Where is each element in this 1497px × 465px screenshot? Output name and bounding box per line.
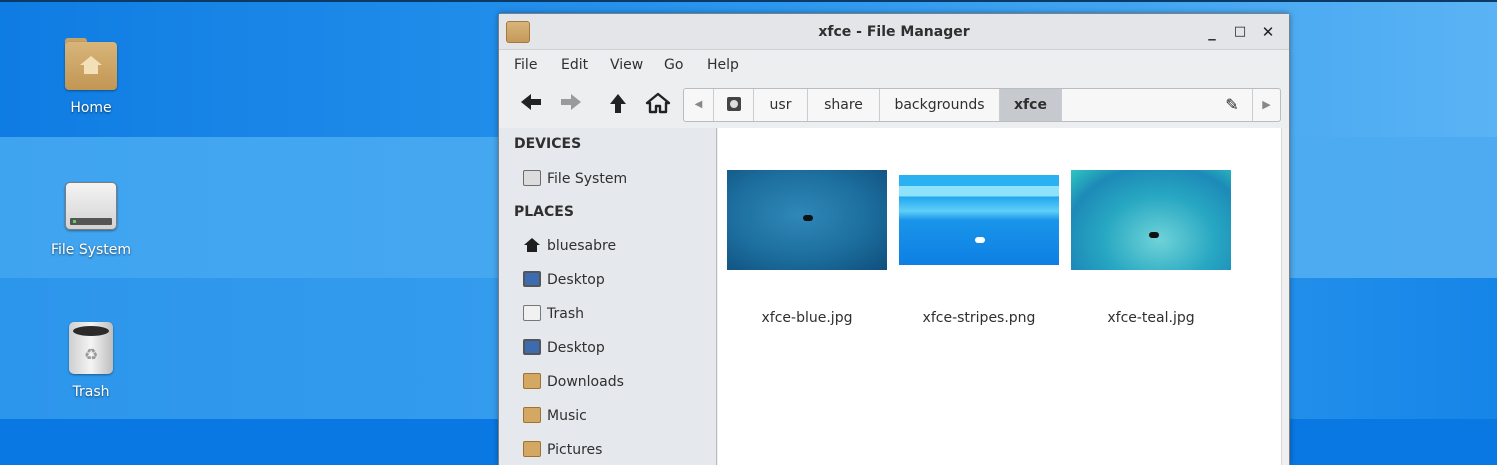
sidebar-item-desktop[interactable]: Desktop <box>523 336 605 360</box>
sidebar-item-label: File System <box>547 171 628 187</box>
trash-icon <box>523 305 541 321</box>
thumbnail-image <box>1071 170 1231 270</box>
places-heading: PLACES <box>514 204 574 220</box>
sidebar-item-pictures[interactable]: Pictures <box>523 438 602 462</box>
file-item-xfce-stripes[interactable]: xfce-stripes.png <box>899 175 1059 326</box>
title-bar[interactable]: xfce - File Manager _ □ ✕ <box>499 14 1289 50</box>
desktop-icon-label: Home <box>70 100 112 116</box>
music-folder-icon <box>523 407 541 423</box>
sidebar-item-label: Desktop <box>547 272 605 288</box>
menu-help[interactable]: Help <box>707 57 739 73</box>
menu-view[interactable]: View <box>610 57 643 73</box>
desktop-icon-trash[interactable]: ♻ Trash <box>36 320 146 400</box>
menu-edit[interactable]: Edit <box>561 57 588 73</box>
home-icon <box>523 237 541 253</box>
sidebar-item-label: Desktop <box>547 340 605 356</box>
sidebar-item-downloads[interactable]: Downloads <box>523 370 624 394</box>
path-segment-share[interactable]: share <box>808 89 880 121</box>
maximize-button[interactable]: □ <box>1231 22 1249 42</box>
path-scroll-right[interactable]: ▶ <box>1252 89 1280 121</box>
sidebar-item-desktop[interactable]: Desktop <box>523 268 605 292</box>
file-name: xfce-teal.jpg <box>1107 310 1195 326</box>
sidebar-item-label: Music <box>547 408 587 424</box>
minimize-button[interactable]: _ <box>1203 22 1221 42</box>
path-segment-usr[interactable]: usr <box>754 89 808 121</box>
pictures-folder-icon <box>523 441 541 457</box>
devices-heading: DEVICES <box>514 136 582 152</box>
sidebar-item-label: Downloads <box>547 374 624 390</box>
thumbnail-image <box>899 175 1059 265</box>
scrollbar[interactable] <box>1281 128 1289 465</box>
file-name: xfce-stripes.png <box>922 310 1036 326</box>
path-bar: ◀ usr share backgrounds xfce ✎ ▶ <box>683 88 1281 122</box>
up-arrow-icon[interactable] <box>604 92 632 118</box>
desktop-icon <box>523 271 541 287</box>
file-view: xfce-blue.jpg xfce-stripes.png xfce-teal… <box>718 128 1281 465</box>
edit-location-icon[interactable]: ✎ <box>1220 89 1244 121</box>
sidebar-item-trash[interactable]: Trash <box>523 302 584 326</box>
path-scroll-left[interactable]: ◀ <box>684 89 714 121</box>
desktop-icon-home[interactable]: Home <box>36 36 146 116</box>
close-button[interactable]: ✕ <box>1259 22 1277 42</box>
menu-file[interactable]: File <box>514 57 537 73</box>
drive-icon <box>523 170 541 186</box>
sidebar-item-label: bluesabre <box>547 238 617 254</box>
drive-root-icon[interactable] <box>714 89 754 121</box>
thumbnail-image <box>727 170 887 270</box>
sidebar: DEVICES File System PLACES bluesabre Des… <box>499 128 717 465</box>
path-segment-backgrounds[interactable]: backgrounds <box>880 89 1000 121</box>
home-icon[interactable] <box>644 92 672 118</box>
back-arrow-icon[interactable] <box>517 92 545 118</box>
menu-bar: File Edit View Go Help <box>499 51 1289 81</box>
downloads-folder-icon <box>523 373 541 389</box>
desktop-icon-file-system[interactable]: File System <box>36 178 146 258</box>
top-edge <box>0 0 1497 2</box>
menu-go[interactable]: Go <box>664 57 683 73</box>
file-item-xfce-blue[interactable]: xfce-blue.jpg <box>727 170 887 326</box>
file-item-xfce-teal[interactable]: xfce-teal.jpg <box>1071 170 1231 326</box>
sidebar-item-file-system[interactable]: File System <box>523 167 627 191</box>
drive-icon <box>63 178 119 234</box>
path-segment-xfce[interactable]: xfce <box>1000 89 1062 121</box>
file-name: xfce-blue.jpg <box>761 310 853 326</box>
sidebar-item-bluesabre[interactable]: bluesabre <box>523 234 616 258</box>
sidebar-item-label: Trash <box>547 306 584 322</box>
file-manager-window: xfce - File Manager _ □ ✕ File Edit View… <box>498 13 1290 465</box>
forward-arrow-icon[interactable] <box>557 92 585 118</box>
sidebar-item-music[interactable]: Music <box>523 404 587 428</box>
desktop-icon-label: File System <box>50 242 132 258</box>
window-title: xfce - File Manager <box>818 24 970 40</box>
trash-icon: ♻ <box>63 320 119 376</box>
sidebar-item-label: Pictures <box>547 442 603 458</box>
desktop-icon <box>523 339 541 355</box>
desktop-icon-label: Trash <box>72 384 110 400</box>
home-folder-icon <box>63 36 119 92</box>
toolbar: ◀ usr share backgrounds xfce ✎ ▶ <box>499 83 1289 125</box>
